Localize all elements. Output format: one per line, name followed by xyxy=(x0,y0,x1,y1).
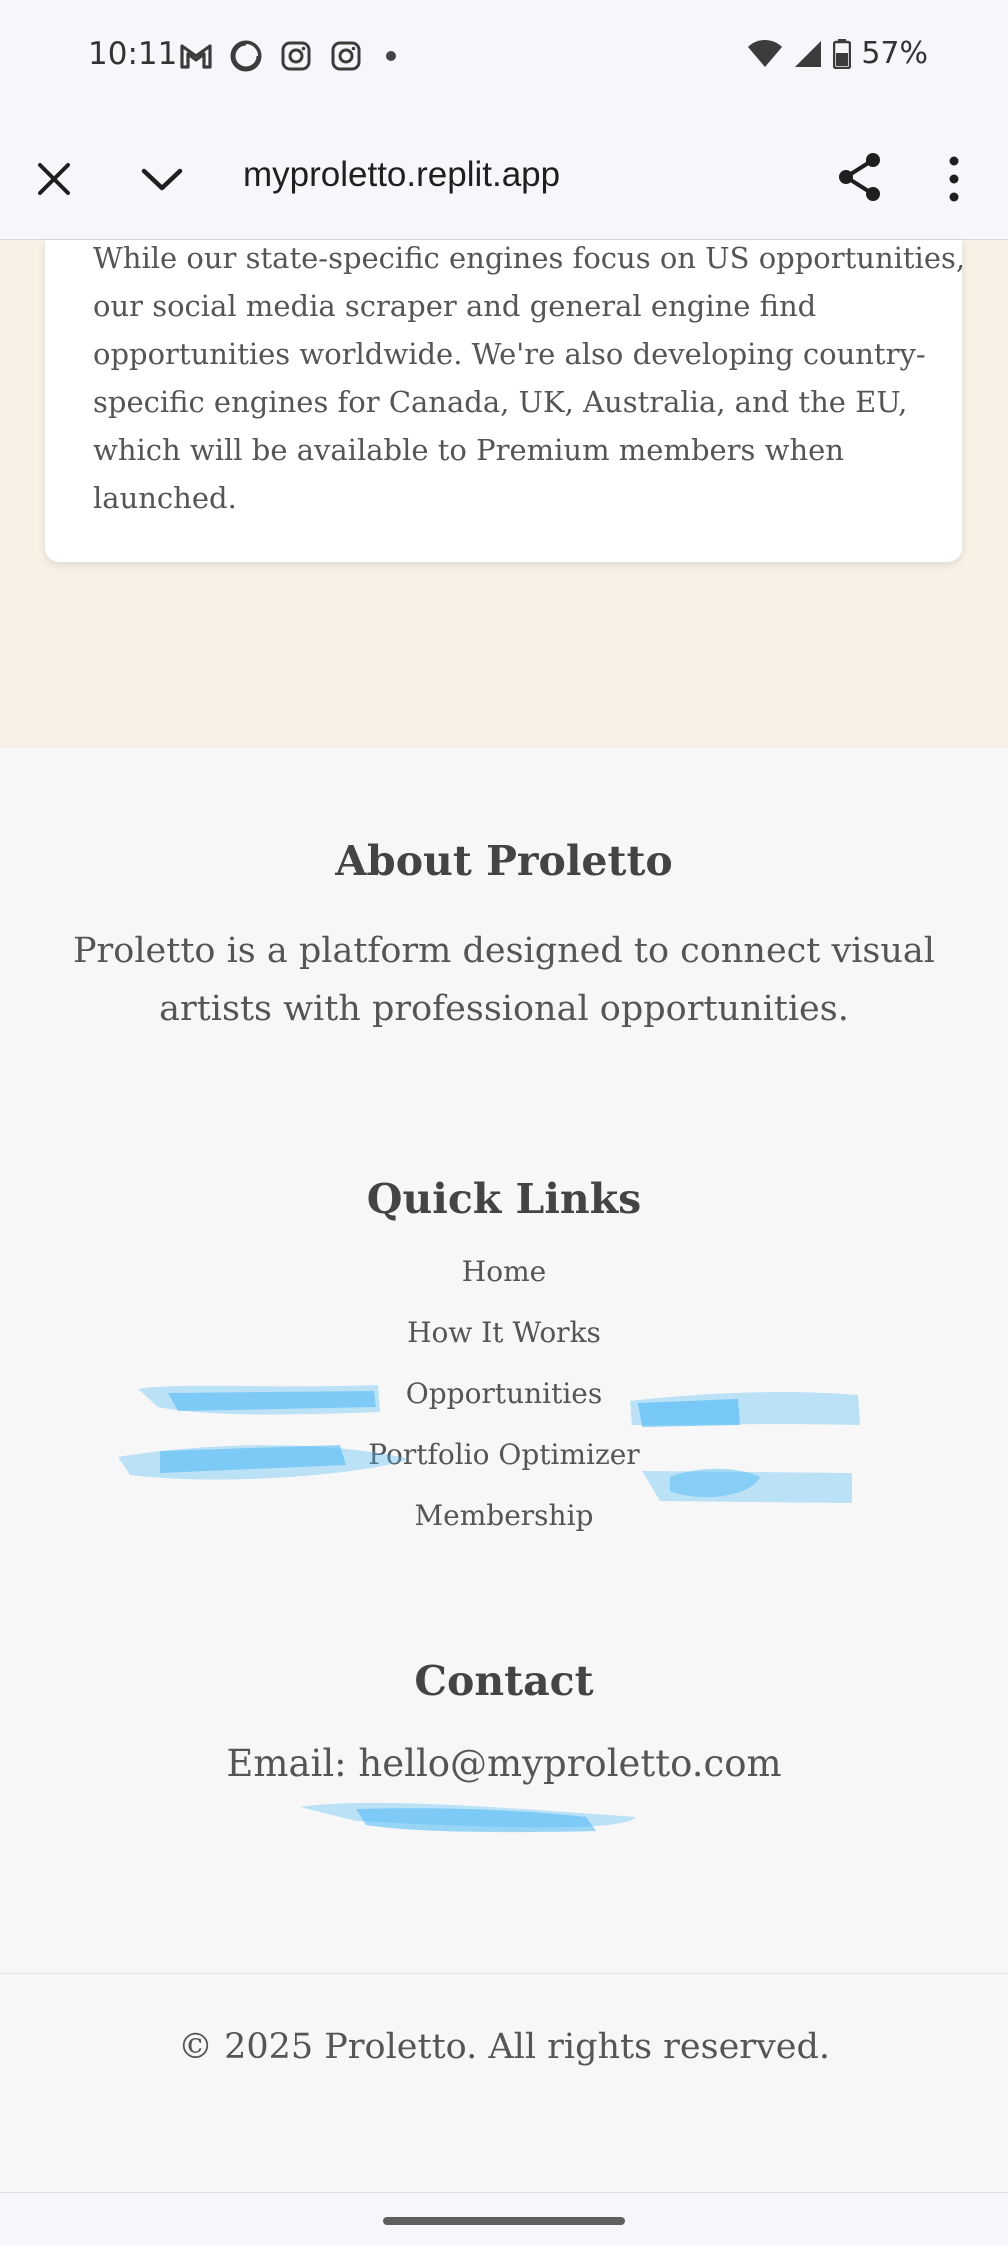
faq-answer-text: While our state-specific engines focus o… xyxy=(93,241,966,515)
more-notifications-dot xyxy=(386,51,396,61)
url-text[interactable]: myproletto.replit.app xyxy=(243,155,560,195)
instagram-icon xyxy=(278,38,314,74)
quick-links-heading: Quick Links xyxy=(366,1175,642,1223)
copyright-text: © 2025 Proletto. All rights reserved. xyxy=(177,2027,831,2067)
clock: 10:11 xyxy=(88,36,178,72)
link-portfolio-optimizer[interactable]: Portfolio Optimizer xyxy=(368,1438,639,1471)
instagram-icon xyxy=(328,38,364,74)
navigation-bar xyxy=(0,2192,1008,2245)
status-bar: 10:11 57% xyxy=(0,0,1008,115)
footer-divider xyxy=(0,1973,1008,1974)
list-item: How It Works xyxy=(0,1316,1008,1377)
link-home[interactable]: Home xyxy=(462,1255,546,1288)
close-icon[interactable] xyxy=(30,155,78,203)
signal-icon xyxy=(795,40,822,67)
contact-email[interactable]: Email: hello@myproletto.com xyxy=(0,1742,1008,1785)
contact-heading: Contact xyxy=(414,1657,594,1705)
gmail-icon xyxy=(178,38,214,74)
chevron-down-icon[interactable] xyxy=(138,155,186,203)
site-footer: About Proletto Proletto is a platform de… xyxy=(0,747,1008,2194)
faq-card: While our state-specific engines focus o… xyxy=(45,240,965,562)
link-membership[interactable]: Membership xyxy=(415,1499,594,1532)
home-gesture-handle[interactable] xyxy=(383,2217,625,2225)
about-text: Proletto is a platform designed to conne… xyxy=(73,931,935,1029)
quick-links-list: Home How It Works Opportunities Portfoli… xyxy=(0,1255,1008,1560)
list-item: Opportunities xyxy=(0,1377,1008,1438)
browser-toolbar: myproletto.replit.app xyxy=(0,115,1008,240)
sync-icon xyxy=(228,38,264,74)
scribble-mark-contact xyxy=(300,1802,636,1833)
list-item: Membership xyxy=(0,1499,1008,1560)
more-options-icon[interactable] xyxy=(940,153,968,205)
about-heading: About Proletto xyxy=(335,837,673,885)
footer-top-border xyxy=(0,747,1008,748)
share-icon[interactable] xyxy=(834,151,886,203)
link-opportunities[interactable]: Opportunities xyxy=(406,1377,602,1410)
list-item: Home xyxy=(0,1255,1008,1316)
battery-icon xyxy=(833,38,852,69)
system-indicators: 57% xyxy=(747,36,928,71)
list-item: Portfolio Optimizer xyxy=(0,1438,1008,1499)
link-how-it-works[interactable]: How It Works xyxy=(407,1316,601,1349)
wifi-icon xyxy=(748,39,783,67)
battery-percent: 57% xyxy=(861,36,928,71)
notification-icons xyxy=(178,38,396,74)
faq-section: While our state-specific engines focus o… xyxy=(0,240,1008,747)
